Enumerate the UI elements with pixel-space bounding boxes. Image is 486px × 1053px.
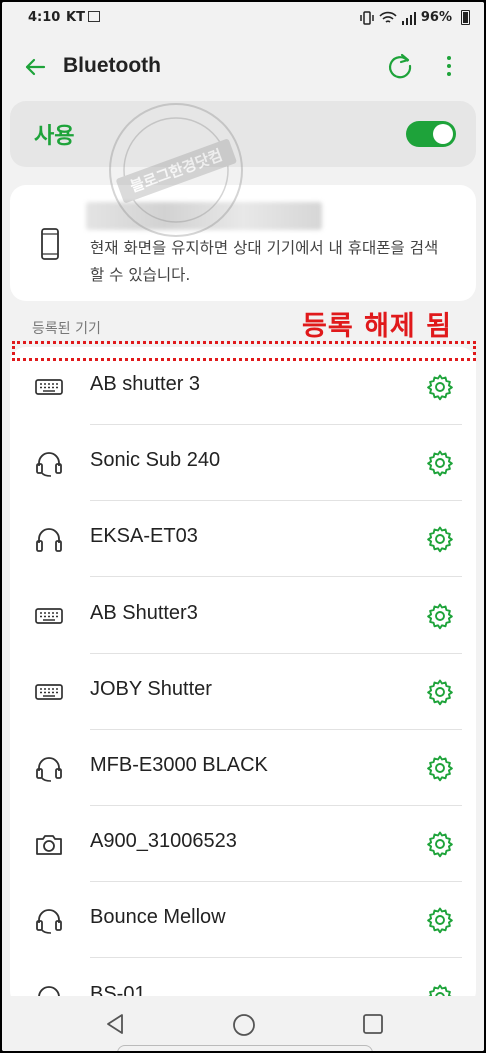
device-name: AB shutter 3 <box>90 373 201 395</box>
gesture-handle <box>117 1045 373 1051</box>
status-time: 4:10 <box>28 10 61 25</box>
app-header: Bluetooth <box>2 38 484 94</box>
device-settings-gear-icon[interactable] <box>426 754 454 782</box>
device-settings-gear-icon[interactable] <box>426 449 454 477</box>
battery-percent: 96% <box>420 10 452 25</box>
screen: 4:10 KT 96% Bluetooth 사용 현재 화면을 유지하면 상대 … <box>2 2 484 1051</box>
headset-icon <box>34 754 64 782</box>
navigation-bar <box>2 996 484 1051</box>
visibility-card: 현재 화면을 유지하면 상대 기기에서 내 휴대폰을 검색할 수 있습니다. <box>10 185 476 301</box>
keyboard-icon <box>34 373 64 401</box>
device-name: A900_31006523 <box>90 830 237 853</box>
device-name: AB Shutter3 <box>90 601 198 624</box>
device-settings-gear-icon[interactable] <box>426 373 454 401</box>
device-row[interactable]: AB Shutter3 <box>10 578 476 654</box>
blurred-device-name <box>86 202 322 230</box>
removed-device-highlight <box>12 341 476 361</box>
status-carrier: KT <box>66 10 85 25</box>
device-settings-gear-icon[interactable] <box>426 830 454 858</box>
device-row[interactable]: MFB-E3000 BLACK <box>10 730 476 806</box>
status-bar: 4:10 KT 96% <box>2 2 484 34</box>
device-name: Bounce Mellow <box>90 906 226 929</box>
wifi-icon <box>379 11 397 23</box>
headphones-icon <box>34 525 64 553</box>
device-settings-gear-icon[interactable] <box>426 906 454 934</box>
device-settings-gear-icon[interactable] <box>426 602 454 630</box>
keyboard-icon <box>34 678 64 706</box>
headset-icon <box>34 906 64 935</box>
device-name: MFB-E3000 BLACK <box>90 754 268 776</box>
back-arrow-icon[interactable] <box>20 52 50 82</box>
toggle-label: 사용 <box>34 124 75 149</box>
battery-icon <box>461 10 470 25</box>
refresh-icon[interactable] <box>385 51 415 81</box>
paired-devices-header: 등록된 기기 <box>32 321 101 337</box>
switch-knob <box>433 124 453 144</box>
vibrate-icon <box>360 10 374 25</box>
nav-recent-apps-icon[interactable] <box>362 1013 384 1035</box>
phone-icon <box>41 228 59 260</box>
status-indicators: 96% <box>359 10 452 25</box>
unpaired-annotation: 등록 해제 됨 <box>302 311 452 342</box>
gallery-notification-icon <box>88 11 100 22</box>
bluetooth-switch[interactable] <box>406 121 456 147</box>
device-row[interactable]: Sonic Sub 240 <box>10 425 476 502</box>
keyboard-icon <box>34 602 64 630</box>
device-name: Sonic Sub 240 <box>90 449 221 472</box>
camera-icon <box>34 830 64 858</box>
device-row[interactable]: JOBY Shutter <box>10 654 476 730</box>
headset-icon <box>34 449 64 477</box>
more-options-icon[interactable] <box>439 51 459 81</box>
device-row[interactable]: EKSA-ET03 <box>10 501 476 578</box>
device-row[interactable]: A900_31006523 <box>10 806 476 883</box>
nav-back-icon[interactable] <box>104 1012 126 1036</box>
device-name: EKSA-ET03 <box>90 525 198 548</box>
device-name: JOBY Shutter <box>90 677 212 700</box>
device-settings-gear-icon[interactable] <box>426 525 454 553</box>
visibility-description: 현재 화면을 유지하면 상대 기기에서 내 휴대폰을 검색할 수 있습니다. <box>90 239 439 284</box>
device-row[interactable]: Bounce Mellow <box>10 882 476 959</box>
device-settings-gear-icon[interactable] <box>426 678 454 706</box>
bluetooth-toggle-row[interactable]: 사용 <box>10 101 476 167</box>
signal-icon <box>401 11 416 25</box>
page-title: Bluetooth <box>63 54 161 77</box>
nav-home-icon[interactable] <box>232 1013 256 1037</box>
paired-device-list: AB shutter 3 Sonic Sub 240 EKSA-ET03 AB Shu… <box>10 347 476 1007</box>
